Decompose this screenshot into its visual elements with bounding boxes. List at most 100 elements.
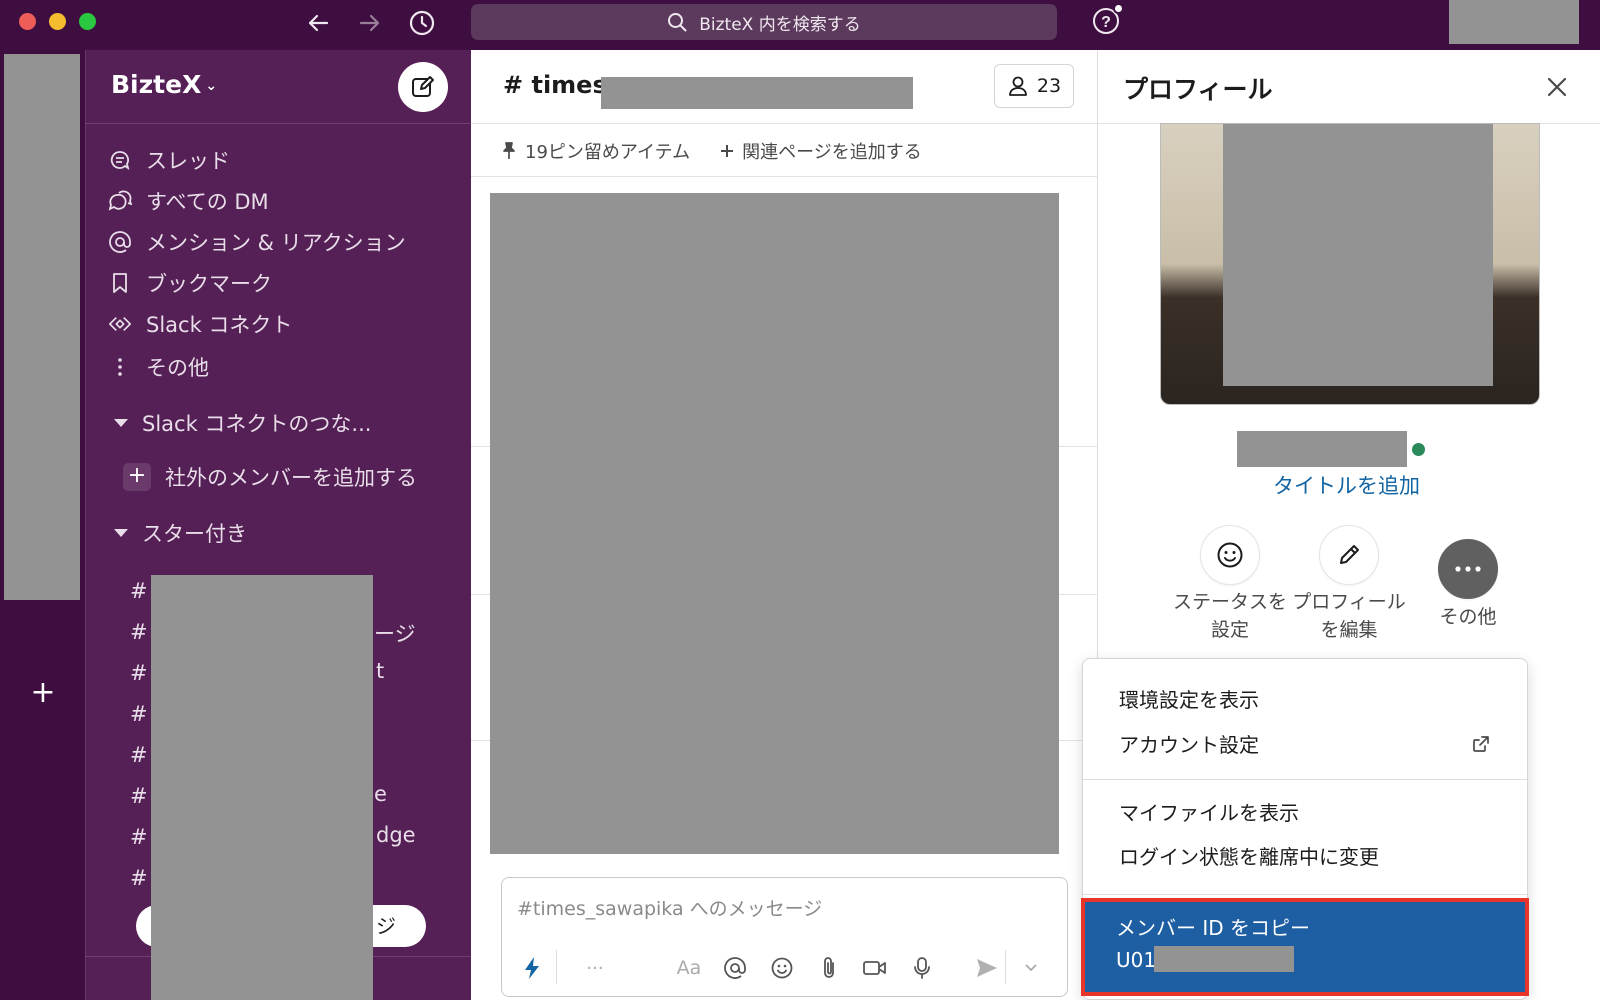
- workspace-header: BizteX ⌄: [86, 50, 472, 124]
- sidebar-item-label: スレッド: [146, 149, 230, 173]
- channel-hash-icon[interactable]: #: [130, 661, 148, 685]
- display-name-redacted: [1237, 431, 1407, 467]
- menu-item-view-preferences[interactable]: 環境設定を表示: [1119, 684, 1259, 713]
- channel-hash-icon[interactable]: #: [130, 825, 148, 849]
- presence-online-dot: [1412, 443, 1425, 456]
- more-horizontal-icon[interactable]: ···: [580, 953, 610, 983]
- profile-title: プロフィール: [1123, 75, 1273, 104]
- search-bar[interactable]: BizteX 内を検索する: [471, 4, 1057, 40]
- workspace-name: BizteX: [111, 70, 202, 99]
- plus-icon: +: [123, 463, 151, 491]
- search-icon: [667, 12, 687, 32]
- dm-icon: [108, 189, 132, 213]
- shortcuts-lightning-icon[interactable]: [517, 953, 547, 983]
- add-external-label: 社外のメンバーを追加する: [165, 466, 417, 490]
- edit-profile-label: プロフィール を編集: [1286, 588, 1412, 644]
- send-icon[interactable]: [972, 953, 1002, 983]
- threads-icon: [108, 148, 132, 172]
- menu-item-copy-member-id[interactable]: メンバー ID をコピー U01: [1081, 898, 1529, 996]
- sidebar-item-label: メンション & リアクション: [146, 231, 406, 255]
- toolbar-divider: [1005, 950, 1006, 984]
- plus-icon: [720, 144, 734, 158]
- add-workspace-plus-icon[interactable]: +: [28, 678, 58, 708]
- forward-arrow-icon[interactable]: [352, 7, 388, 39]
- sidebar-item-threads[interactable]: スレッド: [108, 142, 230, 178]
- window-close-button[interactable]: [19, 13, 36, 30]
- channel-pane: # times_ 23 19ピン留めアイテム 関連ページを追加する #times…: [471, 50, 1098, 1000]
- back-arrow-icon[interactable]: [300, 7, 336, 39]
- video-camera-icon[interactable]: [860, 953, 890, 983]
- profile-header: プロフィール: [1098, 50, 1600, 124]
- profile-photo[interactable]: [1160, 123, 1540, 405]
- more-label: その他: [1439, 606, 1497, 628]
- sidebar-item-label: その他: [146, 356, 209, 380]
- close-icon[interactable]: [1544, 74, 1570, 100]
- compose-icon: [410, 74, 436, 100]
- channel-hash-icon[interactable]: #: [130, 743, 148, 767]
- action-label-line: ステータスを: [1172, 591, 1287, 613]
- sidebar-item-all-dms[interactable]: すべての DM: [108, 183, 269, 219]
- emoji-icon[interactable]: [767, 953, 797, 983]
- channel-hash-icon[interactable]: #: [130, 579, 148, 603]
- member-id-prefix: U01: [1116, 948, 1157, 972]
- format-text-icon[interactable]: Aa: [674, 953, 704, 983]
- history-clock-icon[interactable]: [404, 7, 440, 39]
- menu-divider: [1083, 894, 1527, 895]
- window-zoom-button[interactable]: [79, 13, 96, 30]
- search-label: BizteX 内を検索する: [699, 14, 861, 35]
- user-avatar-redacted[interactable]: [1449, 0, 1579, 44]
- microphone-icon[interactable]: [907, 953, 937, 983]
- action-label-line: を編集: [1320, 619, 1378, 641]
- workspace-name-button[interactable]: BizteX ⌄: [111, 70, 217, 99]
- workspace-icons-redacted[interactable]: [4, 54, 80, 600]
- channel-hash-icon[interactable]: #: [130, 784, 148, 808]
- add-page-label: 関連ページを追加する: [742, 141, 922, 163]
- composer-placeholder: #times_sawapika へのメッセージ: [517, 898, 823, 920]
- person-icon: [1007, 75, 1029, 97]
- message-composer[interactable]: #times_sawapika へのメッセージ ··· Aa: [501, 877, 1068, 997]
- sidebar: BizteX ⌄ スレッド すべての DM メンション & リアクション ブックマ…: [85, 50, 472, 1000]
- member-count: 23: [1036, 75, 1062, 97]
- menu-item-account-settings[interactable]: アカウント設定: [1119, 729, 1259, 758]
- external-link-icon: [1470, 733, 1492, 755]
- set-status-button[interactable]: [1200, 525, 1260, 585]
- caret-down-icon: [114, 419, 128, 427]
- members-button[interactable]: 23: [994, 64, 1074, 108]
- workspace-rail: +: [0, 50, 85, 1000]
- copy-member-id-label: メンバー ID をコピー: [1116, 916, 1311, 940]
- chevron-down-icon: ⌄: [205, 78, 218, 94]
- pinned-items-button[interactable]: 19ピン留めアイテム: [501, 138, 690, 164]
- sidebar-item-more[interactable]: その他: [108, 349, 209, 385]
- add-page-button[interactable]: 関連ページを追加する: [720, 138, 922, 164]
- edit-profile-button[interactable]: [1319, 525, 1379, 585]
- messages-redacted: [490, 193, 1059, 854]
- channel-hash-icon[interactable]: #: [130, 866, 148, 890]
- chevron-down-icon[interactable]: [1016, 953, 1046, 983]
- action-label-line: 設定: [1210, 619, 1249, 641]
- svg-text:?: ?: [1101, 14, 1111, 31]
- section-starred[interactable]: スター付き: [114, 518, 247, 548]
- member-id-redacted: [1154, 946, 1294, 972]
- more-options-button[interactable]: [1438, 539, 1498, 599]
- add-external-members-button[interactable]: + 社外のメンバーを追加する: [123, 462, 417, 492]
- channel-hash-icon[interactable]: #: [130, 702, 148, 726]
- mention-at-icon[interactable]: [720, 953, 750, 983]
- more-horizontal-icon: [1454, 565, 1482, 573]
- menu-item-view-files[interactable]: マイファイルを表示: [1119, 797, 1299, 826]
- channel-hash-icon[interactable]: #: [130, 620, 148, 644]
- section-slack-connect[interactable]: Slack コネクトのつな...: [114, 408, 371, 438]
- connect-icon: [108, 312, 132, 336]
- window-minimize-button[interactable]: [49, 13, 66, 30]
- sidebar-item-slack-connect[interactable]: Slack コネクト: [108, 306, 292, 342]
- attachment-paperclip-icon[interactable]: [814, 953, 844, 983]
- add-title-link[interactable]: タイトルを追加: [1273, 470, 1420, 500]
- compose-button[interactable]: [398, 62, 448, 112]
- menu-item-set-away[interactable]: ログイン状態を離席中に変更: [1119, 841, 1379, 870]
- channel-name-redacted: [601, 77, 913, 109]
- sidebar-item-bookmarks[interactable]: ブックマーク: [108, 265, 272, 301]
- sidebar-item-mentions[interactable]: メンション & リアクション: [108, 224, 406, 260]
- caret-down-icon: [114, 529, 128, 537]
- section-label: スター付き: [142, 522, 247, 546]
- title-bar: BizteX 内を検索する ?: [0, 0, 1600, 50]
- action-label-line: プロフィール: [1292, 591, 1406, 613]
